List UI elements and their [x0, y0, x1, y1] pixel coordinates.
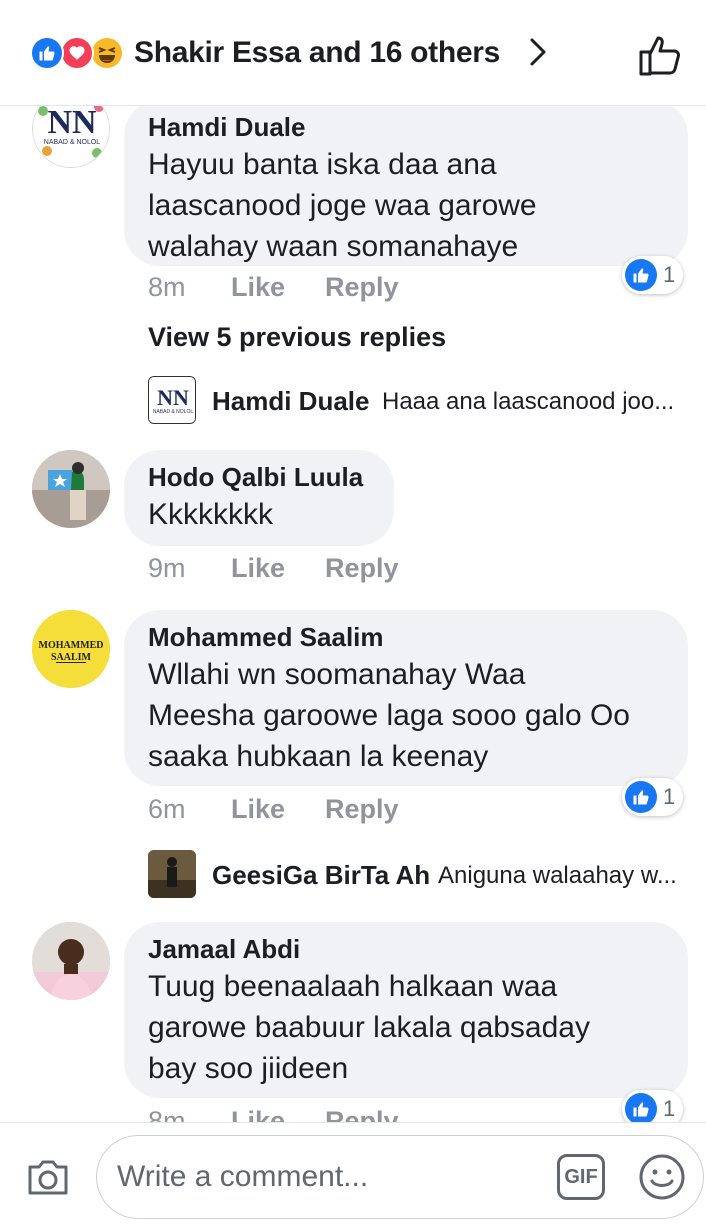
comment-bubble[interactable]: Hodo Qalbi Luula Kkkkkkkk: [124, 450, 394, 546]
reply-preview[interactable]: GeesiGa BirTa Ah Aniguna walaahay w...: [148, 850, 688, 900]
mohammed-saalim-logo-icon: MOHAMMED SAALIM: [32, 610, 110, 688]
comment-author[interactable]: Mohammed Saalim: [148, 622, 664, 652]
like-link[interactable]: Like: [231, 1106, 285, 1122]
nabad-nolol-logo-icon: NN NABAD & NOLOL: [149, 377, 195, 423]
avatar[interactable]: NN NABAD & NOLOL: [148, 376, 196, 424]
like-link[interactable]: Like: [231, 794, 285, 825]
love-reaction-icon: [60, 36, 94, 70]
gif-button[interactable]: GIF: [557, 1154, 605, 1200]
chevron-right-icon[interactable]: [520, 34, 556, 70]
reply-preview[interactable]: NN NABAD & NOLOL Hamdi Duale Haaa ana la…: [148, 376, 688, 426]
avatar[interactable]: [32, 450, 110, 528]
comment-text-line: garowe baabuur lakala qabsaday: [148, 1011, 590, 1044]
comments-feed[interactable]: NN NABAD & NOLOL Hamdi Duale Hayuu banta…: [0, 106, 706, 1122]
haha-reaction-icon: [90, 36, 124, 70]
comment-bubble[interactable]: Mohammed Saalim Wllahi wn soomanahay Waa…: [124, 610, 688, 786]
comment-bubble[interactable]: Hamdi Duale Hayuu banta iska daa ana laa…: [124, 106, 688, 266]
like-count-badge[interactable]: 1: [622, 778, 684, 816]
nabad-nolol-logo-icon: NN NABAD & NOLOL: [34, 106, 109, 167]
reply-link[interactable]: Reply: [325, 794, 399, 825]
avatar[interactable]: [32, 922, 110, 1000]
reactors-title[interactable]: Shakir Essa and 16 others: [134, 36, 500, 70]
comment-composer: Write a comment... GIF: [0, 1122, 706, 1227]
comment-author[interactable]: Hamdi Duale: [148, 112, 664, 142]
comment-author[interactable]: Jamaal Abdi: [148, 934, 664, 964]
profile-photo-icon: [32, 450, 110, 528]
emoji-icon[interactable]: [637, 1152, 687, 1202]
comment-time: 8m: [148, 1106, 186, 1122]
comment-text-line: Meesha garoowe laga sooo galo Oo: [148, 699, 630, 732]
comment-text-line: laascanood joge waa garowe: [148, 189, 537, 222]
comment-text-line: saaka hubkaan la keenay: [148, 740, 489, 773]
like-icon: [625, 259, 657, 291]
avatar[interactable]: [148, 850, 196, 898]
avatar[interactable]: MOHAMMED SAALIM: [32, 610, 110, 688]
comment-input-placeholder: Write a comment...: [117, 1160, 369, 1193]
like-link[interactable]: Like: [231, 553, 285, 584]
reaction-icons[interactable]: [30, 36, 130, 70]
reply-author[interactable]: Hamdi Duale: [212, 386, 370, 417]
comment-text-line: Wllahi wn soomanahay Waa: [148, 658, 526, 691]
comment-text-line: Tuug beenaalaah halkaan waa: [148, 970, 558, 1003]
like-count-badge[interactable]: 1: [622, 1090, 684, 1122]
comment-input[interactable]: Write a comment... GIF: [96, 1135, 704, 1219]
view-previous-replies-link[interactable]: View 5 previous replies: [148, 322, 446, 353]
comment-time: 6m: [148, 794, 186, 824]
svg-text:MOHAMMED: MOHAMMED: [39, 640, 104, 651]
avatar[interactable]: NN NABAD & NOLOL: [32, 106, 110, 168]
comment-text-line: Kkkkkkkk: [148, 498, 274, 531]
like-count: 1: [663, 1096, 676, 1121]
like-reaction-icon: [30, 36, 64, 70]
camera-icon[interactable]: [24, 1153, 72, 1201]
svg-text:NN: NN: [157, 385, 189, 410]
reply-link[interactable]: Reply: [325, 272, 399, 303]
reply-link[interactable]: Reply: [325, 553, 399, 584]
like-icon: [625, 781, 657, 813]
svg-text:NABAD & NOLOL: NABAD & NOLOL: [153, 409, 194, 415]
svg-text:NABAD & NOLOL: NABAD & NOLOL: [44, 139, 101, 146]
svg-text:SAALIM: SAALIM: [51, 652, 92, 663]
thumbs-up-icon[interactable]: [636, 30, 686, 80]
comment-text-line: Hayuu banta iska daa ana: [148, 148, 497, 181]
profile-photo-icon: [148, 850, 196, 898]
reply-author[interactable]: GeesiGa BirTa Ah: [212, 860, 430, 891]
like-link[interactable]: Like: [231, 272, 285, 303]
comment-bubble[interactable]: Jamaal Abdi Tuug beenaalaah halkaan waa …: [124, 922, 688, 1098]
like-count-badge[interactable]: 1: [622, 256, 684, 294]
reply-text: Haaa ana laascanood joo...: [382, 388, 675, 415]
reply-link[interactable]: Reply: [325, 1106, 399, 1122]
comment-author[interactable]: Hodo Qalbi Luula: [148, 462, 370, 492]
like-count: 1: [663, 784, 676, 809]
comment-text-line: walahay waan somanahaye: [148, 230, 519, 263]
like-icon: [625, 1093, 657, 1122]
comment-text-line: bay soo jiideen: [148, 1052, 349, 1085]
svg-text:NN: NN: [47, 106, 97, 141]
comment-time: 8m: [148, 272, 186, 302]
like-count: 1: [663, 262, 676, 287]
reactions-header: Shakir Essa and 16 others: [0, 0, 706, 106]
profile-photo-icon: [32, 922, 110, 1000]
comment-time: 9m: [148, 553, 186, 583]
reply-text: Aniguna walaahay w...: [438, 862, 677, 889]
